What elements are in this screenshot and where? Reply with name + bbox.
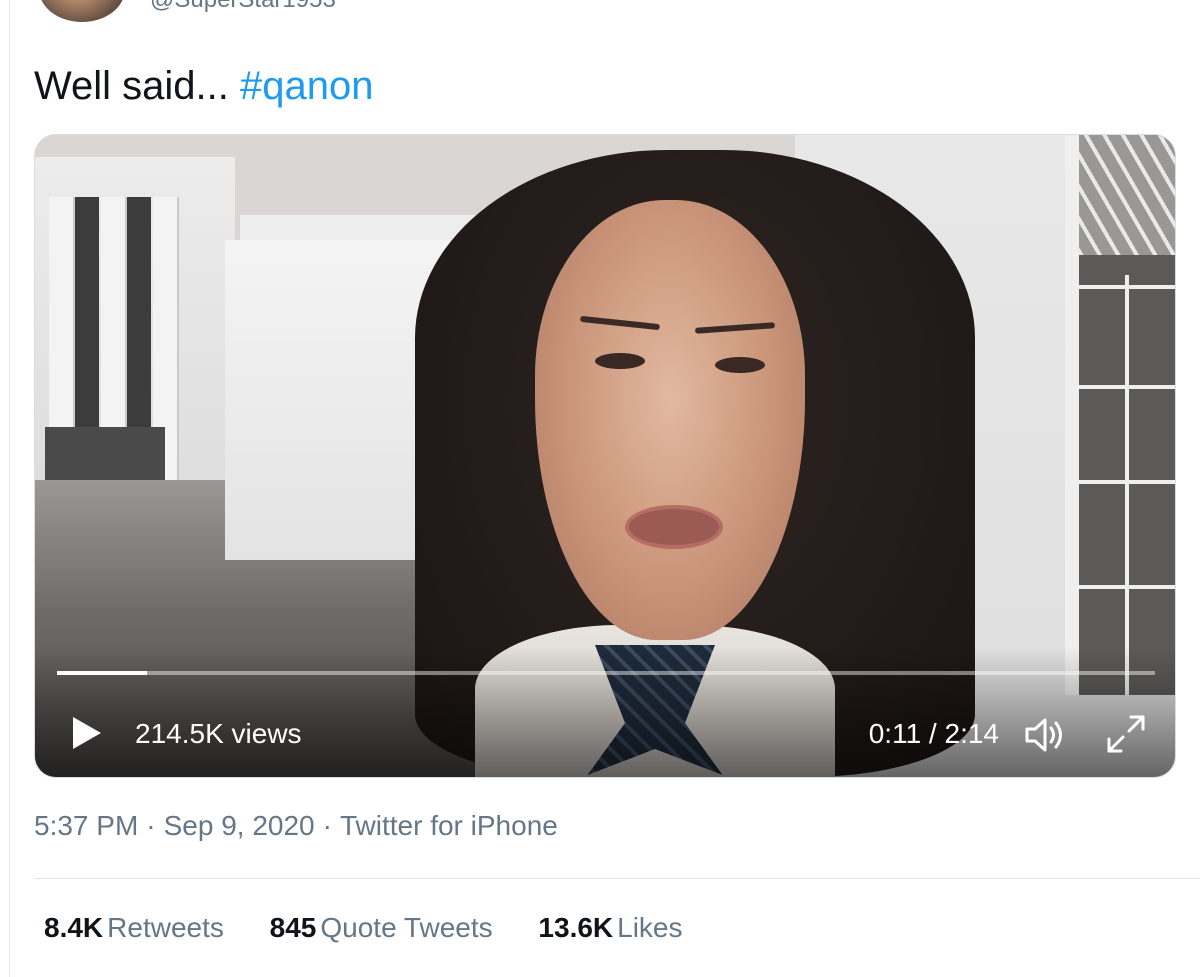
quote-tweets-count: 845 <box>269 912 317 943</box>
volume-button[interactable] <box>1023 715 1071 755</box>
meta-separator: · <box>322 810 332 841</box>
author-avatar[interactable] <box>39 0 125 22</box>
quote-tweets-label: Quote Tweets <box>320 912 493 943</box>
fullscreen-icon <box>1107 715 1145 753</box>
controls-overlay <box>35 647 1175 777</box>
volume-icon <box>1025 718 1062 752</box>
retweets-count: 8.4K <box>44 912 104 943</box>
timeline-border <box>9 0 10 977</box>
likes-count: 13.6K <box>538 912 614 943</box>
meta-separator: · <box>146 810 156 841</box>
tweet-text: Well said... #qanon <box>34 62 374 110</box>
retweets-label: Retweets <box>107 912 224 943</box>
video-view-count: 214.5K views <box>135 718 302 749</box>
fullscreen-button[interactable] <box>1105 713 1147 755</box>
scene-person-face <box>535 200 805 640</box>
play-button[interactable] <box>69 715 105 751</box>
stats-divider <box>34 878 1200 879</box>
scene-person-mouth <box>625 505 723 549</box>
author-handle[interactable]: @SuperStar1953 <box>150 0 336 14</box>
video-progress-bar[interactable] <box>57 671 1155 675</box>
retweets-stat[interactable]: 8.4K Retweets <box>44 912 224 944</box>
video-progress-fill <box>57 671 148 675</box>
tweet-time[interactable]: 5:37 PM <box>34 810 138 841</box>
scene-building-left <box>35 157 235 527</box>
tweet-date[interactable]: Sep 9, 2020 <box>164 810 315 841</box>
quote-tweets-stat[interactable]: 845 Quote Tweets <box>270 912 493 944</box>
tweet-stats: 8.4K Retweets 845 Quote Tweets 13.6K Likes <box>44 912 721 944</box>
tweet-metadata: 5:37 PM · Sep 9, 2020 · Twitter for iPhone <box>34 810 558 842</box>
video-timestamp: 0:11 / 2:14 <box>868 718 999 749</box>
likes-label: Likes <box>617 912 683 943</box>
tweet-body: Well said... <box>34 64 229 108</box>
play-icon <box>73 717 101 749</box>
tweet-source[interactable]: Twitter for iPhone <box>340 810 558 841</box>
video-player[interactable]: 214.5K views 0:11 / 2:14 <box>34 134 1176 778</box>
hashtag-link[interactable]: #qanon <box>240 64 373 108</box>
likes-stat[interactable]: 13.6K Likes <box>538 912 682 944</box>
